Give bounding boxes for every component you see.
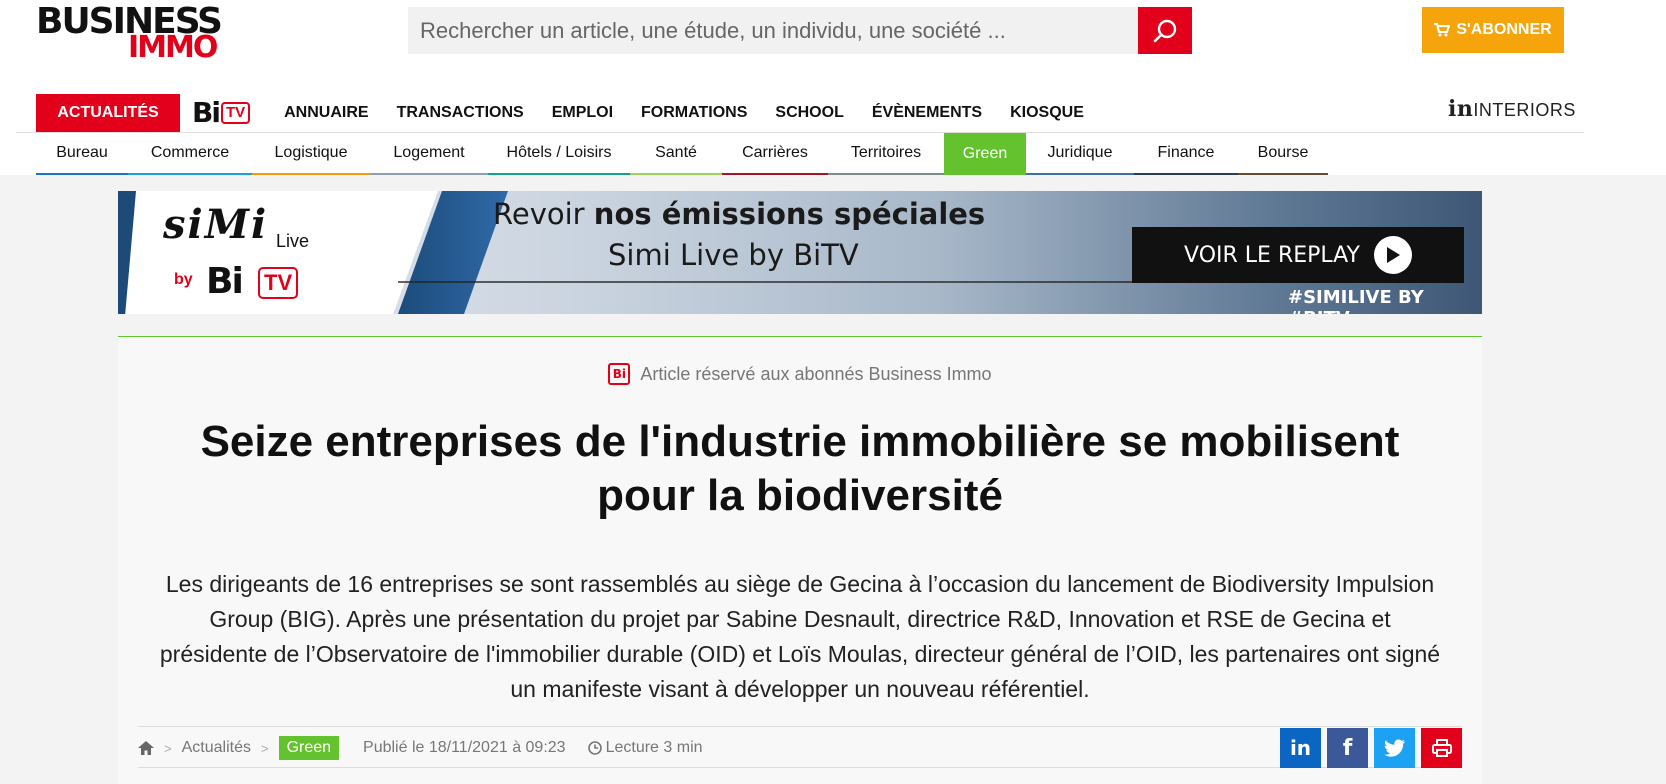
bitv-tv: TV <box>220 102 251 124</box>
banner-rule <box>398 281 1198 283</box>
subscriber-notice: Bi Article réservé aux abonnés Business … <box>118 363 1482 385</box>
simi-live-label: Live <box>276 231 310 251</box>
breadcrumb: > Actualités > Green Publié le 18/11/202… <box>138 727 703 769</box>
main-nav: ACTUALITÉS Bi TV ANNUAIRE TRANSACTIONS E… <box>36 94 1084 132</box>
category-bourse[interactable]: Bourse <box>1238 133 1328 175</box>
search-bar <box>408 7 1192 54</box>
bi-badge-icon: Bi <box>608 363 631 385</box>
category-finance[interactable]: Finance <box>1134 133 1238 175</box>
home-icon[interactable] <box>138 741 154 755</box>
category-carrieres[interactable]: Carrières <box>722 133 828 175</box>
category-logistique[interactable]: Logistique <box>252 133 370 175</box>
simi-logo: siMi <box>163 201 269 248</box>
facebook-share-button[interactable]: f <box>1327 728 1368 768</box>
logo-immo: IMMO <box>128 30 218 65</box>
bitv-logo[interactable]: Bi TV <box>192 94 251 132</box>
article-lead: Les dirigeants de 16 entreprises se sont… <box>159 571 1441 702</box>
twitter-icon <box>1383 739 1405 757</box>
nav-item-school[interactable]: SCHOOL <box>775 104 843 122</box>
reading-time-text: Lecture 3 min <box>605 739 703 756</box>
category-territoires[interactable]: Territoires <box>828 133 944 175</box>
banner-headline: Revoir nos émissions spéciales <box>493 197 985 231</box>
simi-live-banner[interactable]: siMi Live by Bi TV Revoir nos émissions … <box>118 191 1482 314</box>
twitter-share-button[interactable] <box>1374 728 1415 768</box>
search-icon <box>1153 19 1177 42</box>
category-juridique[interactable]: Juridique <box>1026 133 1134 175</box>
nav-item-kiosque[interactable]: KIOSQUE <box>1010 104 1084 122</box>
nav-item-formations[interactable]: FORMATIONS <box>641 104 747 122</box>
linkedin-share-button[interactable]: in <box>1280 728 1321 768</box>
play-icon <box>1373 236 1412 274</box>
site-logo[interactable]: BUSINESS IMMO <box>36 2 246 66</box>
publish-date: Publié le 18/11/2021 à 09:23 <box>363 739 566 756</box>
search-input[interactable] <box>408 7 1138 54</box>
replay-button[interactable]: VOIR LE REPLAY <box>1132 227 1464 283</box>
breadcrumb-section[interactable]: Actualités <box>182 739 251 757</box>
facebook-icon: f <box>1342 735 1353 761</box>
print-button[interactable] <box>1421 728 1462 768</box>
category-bureau[interactable]: Bureau <box>36 133 128 175</box>
nav-item-transactions[interactable]: TRANSACTIONS <box>397 104 524 122</box>
bitv-bi: Bi <box>192 96 221 129</box>
banner-headline-bold: nos émissions spéciales <box>593 197 986 231</box>
cart-icon <box>1434 23 1451 37</box>
simi-tv-label: TV <box>258 267 299 299</box>
subscribe-button[interactable]: S'ABONNER <box>1422 7 1564 53</box>
category-sante[interactable]: Santé <box>630 133 722 175</box>
nav-item-emploi[interactable]: EMPLOI <box>552 104 613 122</box>
category-nav: Bureau Commerce Logistique Logement Hôte… <box>36 133 1328 175</box>
breadcrumb-chevron-icon: > <box>260 740 269 756</box>
search-button[interactable] <box>1138 7 1192 54</box>
subscriber-notice-text: Article réservé aux abonnés Business Imm… <box>640 363 992 384</box>
category-green[interactable]: Green <box>944 133 1026 175</box>
breadcrumb-chevron-icon: > <box>164 740 172 756</box>
share-buttons: in f <box>1280 728 1462 768</box>
banner-headline-prefix: Revoir <box>493 197 594 231</box>
article: Bi Article réservé aux abonnés Business … <box>118 336 1482 784</box>
nav-item-annuaire[interactable]: ANNUAIRE <box>284 104 368 122</box>
nav-item-actualites[interactable]: ACTUALITÉS <box>36 94 180 132</box>
category-commerce[interactable]: Commerce <box>128 133 252 175</box>
reading-time: Lecture 3 min <box>587 739 703 757</box>
subscribe-label: S'ABONNER <box>1456 21 1552 38</box>
banner-hashtag: #SIMILIVE BY #BITV <box>1288 287 1424 314</box>
nav-item-evenements[interactable]: ÉVÈNEMENTS <box>872 104 982 122</box>
interiors-prefix: in <box>1448 96 1474 122</box>
linkedin-icon: in <box>1289 736 1312 760</box>
interiors-label: INTERIORS <box>1473 100 1576 120</box>
replay-label: VOIR LE REPLAY <box>1184 242 1360 268</box>
category-hotels-loisirs[interactable]: Hôtels / Loisirs <box>488 133 630 175</box>
simi-bi-label: Bi <box>206 261 244 302</box>
category-logement[interactable]: Logement <box>370 133 488 175</box>
interiors-logo[interactable]: inINTERIORS <box>1448 96 1576 122</box>
print-icon <box>1431 739 1452 757</box>
breadcrumb-tag-green[interactable]: Green <box>278 736 340 760</box>
article-meta: > Actualités > Green Publié le 18/11/202… <box>138 726 1462 768</box>
simi-by-label: by <box>174 271 193 288</box>
clock-icon <box>587 741 602 755</box>
article-title: Seize entreprises de l'industrie immobil… <box>200 417 1400 520</box>
banner-subline: Simi Live by BiTV <box>608 238 859 272</box>
site-header: BUSINESS IMMO S'ABONNER ACTUALITÉS Bi TV… <box>0 0 1666 175</box>
